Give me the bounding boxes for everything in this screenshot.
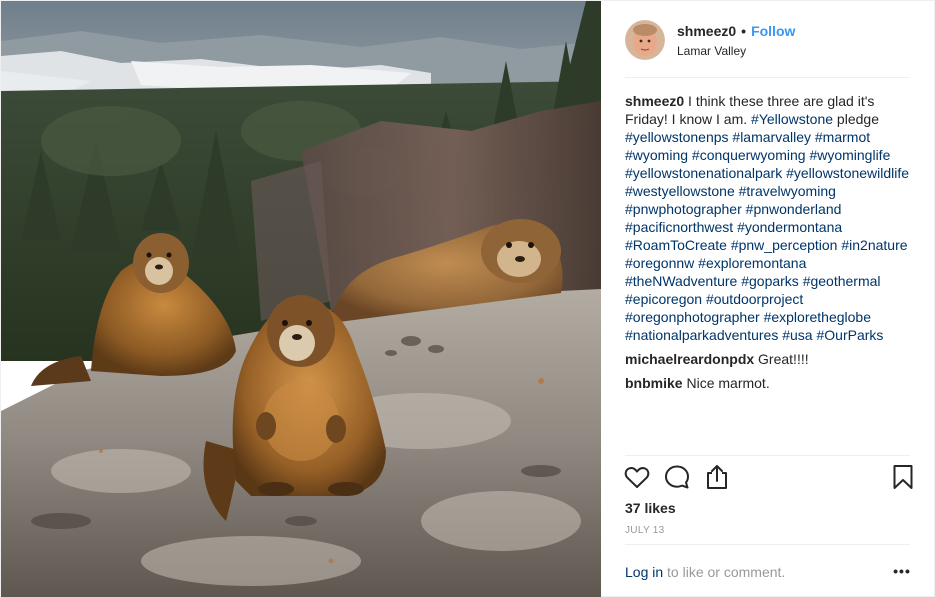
hashtag-link[interactable]: #yondermontana: [737, 219, 842, 235]
comment-username[interactable]: bnbmike: [625, 375, 683, 391]
comment-item: michaelreardonpdx Great!!!!: [625, 350, 915, 368]
hashtag-link[interactable]: #OurParks: [816, 327, 883, 343]
follow-button[interactable]: Follow: [751, 22, 795, 40]
hashtag-link[interactable]: #goparks: [741, 273, 799, 289]
post-caption: shmeez0 I think these three are glad it'…: [625, 92, 915, 344]
hashtag-link[interactable]: #pnwphotographer: [625, 201, 742, 217]
header-divider: [625, 77, 910, 78]
heart-icon[interactable]: [623, 463, 653, 493]
post-date[interactable]: JULY 13: [625, 524, 665, 538]
comment-username[interactable]: michaelreardonpdx: [625, 351, 754, 367]
hashtag-link[interactable]: #usa: [782, 327, 812, 343]
hashtag-link[interactable]: #travelwyoming: [739, 183, 836, 199]
login-prompt-text: to like or comment.: [663, 564, 786, 580]
bookmark-icon[interactable]: [889, 463, 919, 493]
hashtag-link[interactable]: #oregonnw: [625, 255, 694, 271]
hashtag-link[interactable]: #lamarvalley: [732, 129, 811, 145]
marmots-photo: [1, 1, 601, 597]
location-link[interactable]: Lamar Valley: [677, 43, 795, 59]
caption-hashtags: #Yellowstone pledge #yellowstonenps #lam…: [625, 111, 909, 343]
hashtag-link[interactable]: #wyominglife: [809, 147, 890, 163]
hashtag-link[interactable]: #geothermal: [803, 273, 881, 289]
hashtag-link[interactable]: #exploremontana: [698, 255, 806, 271]
comment-item: bnbmike Nice marmot.: [625, 374, 915, 392]
hashtag-link[interactable]: #yellowstonenps: [625, 129, 729, 145]
comments-section: shmeez0 I think these three are glad it'…: [625, 92, 915, 392]
avatar[interactable]: [625, 20, 665, 60]
hashtag-link[interactable]: #in2nature: [841, 237, 907, 253]
hashtag-link[interactable]: #theNWadventure: [625, 273, 737, 289]
caption-username[interactable]: shmeez0: [625, 93, 684, 109]
author-username[interactable]: shmeez0: [677, 22, 736, 40]
more-options-icon[interactable]: •••: [892, 563, 912, 581]
action-bar: [623, 463, 923, 493]
header-text: shmeez0 • Follow Lamar Valley: [677, 22, 795, 59]
likes-count[interactable]: 37 likes: [625, 499, 676, 517]
hashtag-link[interactable]: #RoamToCreate: [625, 237, 727, 253]
login-link[interactable]: Log in: [625, 564, 663, 580]
hashtag-link[interactable]: #exploretheglobe: [764, 309, 871, 325]
post-header: shmeez0 • Follow Lamar Valley: [601, 1, 935, 79]
actions-divider: [625, 455, 910, 456]
instagram-post: shmeez0 • Follow Lamar Valley shmeez0 I …: [0, 0, 935, 597]
hashtag-link[interactable]: #marmot: [815, 129, 870, 145]
hashtag-link[interactable]: #westyellowstone: [625, 183, 735, 199]
hashtag-link[interactable]: #nationalparkadventures: [625, 327, 778, 343]
comment-text: Great!!!!: [754, 351, 809, 367]
author-line: shmeez0 • Follow: [677, 22, 795, 40]
post-sidebar: shmeez0 • Follow Lamar Valley shmeez0 I …: [601, 1, 934, 597]
caption-fragment: pledge: [833, 111, 879, 127]
hashtag-link[interactable]: #pnw_perception: [731, 237, 838, 253]
hashtag-link[interactable]: #wyoming: [625, 147, 688, 163]
share-icon[interactable]: [703, 463, 733, 493]
hashtag-link[interactable]: #conquerwyoming: [692, 147, 806, 163]
hashtag-link[interactable]: #yellowstonenationalpark: [625, 165, 782, 181]
hashtag-link[interactable]: #pnwonderland: [746, 201, 842, 217]
login-divider: [625, 544, 910, 545]
hashtag-link[interactable]: #epicoregon: [625, 291, 702, 307]
post-photo[interactable]: [1, 1, 601, 597]
comment-bubble-icon[interactable]: [663, 463, 693, 493]
hashtag-link[interactable]: #Yellowstone: [751, 111, 833, 127]
hashtag-link[interactable]: #pacificnorthwest: [625, 219, 733, 235]
hashtag-link[interactable]: #outdoorproject: [706, 291, 803, 307]
hashtag-link[interactable]: #yellowstonewildlife: [786, 165, 909, 181]
comment-text: Nice marmot.: [682, 375, 770, 391]
login-prompt: Log in to like or comment.: [625, 563, 915, 581]
hashtag-link[interactable]: #oregonphotographer: [625, 309, 760, 325]
separator-dot: •: [741, 22, 747, 39]
